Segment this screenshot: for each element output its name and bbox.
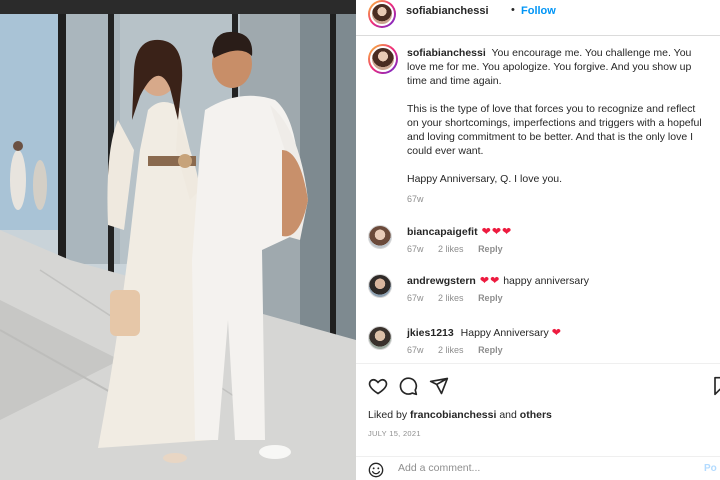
- liked-by-text: Liked by francobianchessi and others: [368, 409, 552, 421]
- post-date[interactable]: JULY 15, 2021: [368, 429, 421, 438]
- emoji-icon[interactable]: [368, 462, 384, 480]
- post-comment-button[interactable]: Po: [704, 463, 717, 474]
- liked-by-user[interactable]: francobianchessi: [410, 409, 496, 421]
- heart-emoji-icon: ❤: [490, 275, 500, 287]
- heart-emoji-icon: ❤: [481, 226, 491, 238]
- comment-text: happy anniversary: [503, 275, 590, 287]
- commenter-avatar[interactable]: [368, 274, 392, 298]
- comment-time[interactable]: 67w: [407, 293, 424, 303]
- liked-by-others[interactable]: others: [520, 409, 552, 421]
- comment-body: biancapaigefit ❤❤❤: [407, 225, 512, 239]
- caption-timestamp[interactable]: 67w: [407, 192, 705, 206]
- comment-item: jkies1213 Happy Anniversary ❤ 67w 2 like…: [368, 326, 708, 366]
- comment-meta: 67w 2 likes Reply: [407, 244, 515, 254]
- post-header: sofiabianchessi • Follow: [356, 0, 720, 36]
- couple-photo-illustration: [0, 0, 356, 480]
- heart-icon[interactable]: [368, 376, 388, 401]
- comment-text: Happy Anniversary: [460, 327, 549, 339]
- liked-by-and: and: [499, 409, 517, 421]
- comment-username[interactable]: biancapaigefit: [407, 226, 478, 238]
- comment-likes[interactable]: 2 likes: [438, 293, 464, 303]
- caption-username[interactable]: sofiabianchessi: [407, 47, 486, 59]
- author-username[interactable]: sofiabianchessi: [406, 5, 489, 17]
- heart-emoji-icon: ❤: [551, 327, 561, 339]
- comment-reply-button[interactable]: Reply: [478, 345, 503, 355]
- comment-item: andrewgstern ❤❤ happy anniversary 67w 2 l…: [368, 274, 708, 314]
- comment-time[interactable]: 67w: [407, 345, 424, 355]
- comment-body: andrewgstern ❤❤ happy anniversary: [407, 274, 589, 288]
- comment-username[interactable]: andrewgstern: [407, 275, 476, 287]
- comment-meta: 67w 2 likes Reply: [407, 293, 515, 303]
- author-avatar[interactable]: [368, 0, 396, 28]
- commenter-avatar[interactable]: [368, 326, 392, 350]
- post-photo[interactable]: [0, 0, 356, 480]
- comment-reply-button[interactable]: Reply: [478, 293, 503, 303]
- comment-username[interactable]: jkies1213: [407, 327, 454, 339]
- comment-time[interactable]: 67w: [407, 244, 424, 254]
- heart-emoji-icon: ❤: [479, 275, 490, 287]
- comment-input[interactable]: [398, 462, 648, 474]
- caption-paragraph-2: This is the type of love that forces you…: [407, 103, 702, 157]
- share-icon[interactable]: [429, 376, 449, 401]
- liked-by-prefix: Liked by: [368, 409, 408, 421]
- caption-paragraph-3: Happy Anniversary, Q. I love you.: [407, 173, 563, 185]
- comment-body: jkies1213 Happy Anniversary ❤: [407, 326, 562, 340]
- follow-button[interactable]: Follow: [521, 5, 556, 17]
- comment-reply-button[interactable]: Reply: [478, 244, 503, 254]
- caption-author-avatar[interactable]: [368, 44, 398, 74]
- post-detail-panel: sofiabianchessi • Follow sofiabianchessi…: [356, 0, 720, 480]
- bookmark-icon[interactable]: [712, 376, 720, 401]
- commenter-avatar[interactable]: [368, 225, 392, 249]
- comment-meta: 67w 2 likes Reply: [407, 345, 515, 355]
- comment-icon[interactable]: [398, 376, 418, 401]
- heart-emoji-icon: ❤: [502, 226, 512, 238]
- add-comment-bar: Po: [356, 456, 720, 480]
- heart-emoji-icon: ❤: [491, 226, 502, 238]
- comment-likes[interactable]: 2 likes: [438, 244, 464, 254]
- comment-item: biancapaigefit ❤❤❤ 67w 2 likes Reply: [368, 225, 708, 265]
- separator-dot: •: [511, 4, 515, 16]
- comment-likes[interactable]: 2 likes: [438, 345, 464, 355]
- post-caption: sofiabianchessi You encourage me. You ch…: [407, 46, 705, 206]
- post-actions: Liked by francobianchessi and others JUL…: [356, 363, 720, 479]
